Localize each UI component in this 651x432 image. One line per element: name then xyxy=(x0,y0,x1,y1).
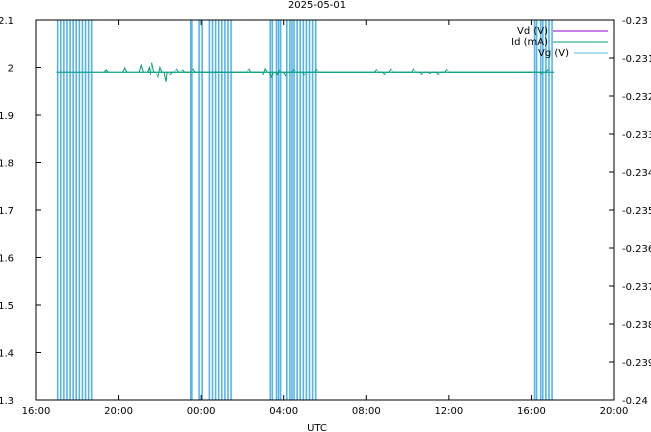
y-left-tick-label: 1.6 xyxy=(0,254,14,265)
x-axis-label: UTC xyxy=(307,423,327,432)
x-tick-label: 20:00 xyxy=(600,406,629,417)
y-right-tick-label: -0.237 xyxy=(622,282,651,293)
legend-label-vg: Vg (V) xyxy=(538,48,569,59)
y-right-tick-label: -0.24 xyxy=(622,396,648,407)
x-tick-label: 16:00 xyxy=(517,406,546,417)
y-left-tick-label: 1.8 xyxy=(0,159,14,170)
x-tick-label: 12:00 xyxy=(434,406,463,417)
chart-background xyxy=(0,0,651,432)
y-left-tick-label: 2 xyxy=(8,64,14,75)
y-left-tick-label: 1.3 xyxy=(0,396,14,407)
chart-title: 2025-05-01 xyxy=(288,0,346,11)
x-tick-label: 08:00 xyxy=(352,406,381,417)
y-right-tick-label: -0.234 xyxy=(622,168,651,179)
y-left-tick-label: 1.4 xyxy=(0,349,14,360)
x-tick-label: 04:00 xyxy=(269,406,298,417)
y-left-tick-label: 1.7 xyxy=(0,206,14,217)
y-right-tick-label: -0.235 xyxy=(622,206,651,217)
legend-label-id: Id (mA) xyxy=(511,37,548,48)
y-right-tick-label: -0.23 xyxy=(622,16,648,27)
y-right-tick-label: -0.232 xyxy=(622,92,651,103)
y-right-tick-label: -0.236 xyxy=(622,244,651,255)
x-tick-label: 20:00 xyxy=(104,406,133,417)
legend-label-vd: Vd (V) xyxy=(517,26,548,37)
y-right-tick-label: -0.231 xyxy=(622,54,651,65)
y-right-tick-label: -0.238 xyxy=(622,320,651,331)
y-right-tick-label: -0.239 xyxy=(622,358,651,369)
y-left-tick-label: 1.9 xyxy=(0,111,14,122)
y-left-tick-label: 1.5 xyxy=(0,301,14,312)
y-right-tick-label: -0.233 xyxy=(622,130,651,141)
y-left-tick-label: 2.1 xyxy=(0,16,14,27)
x-tick-label: 16:00 xyxy=(22,406,51,417)
chart: 16:00 20:00 00:00 04:00 08:00 12:00 16:00 20:00… xyxy=(0,0,651,432)
x-tick-label: 00:00 xyxy=(187,406,216,417)
